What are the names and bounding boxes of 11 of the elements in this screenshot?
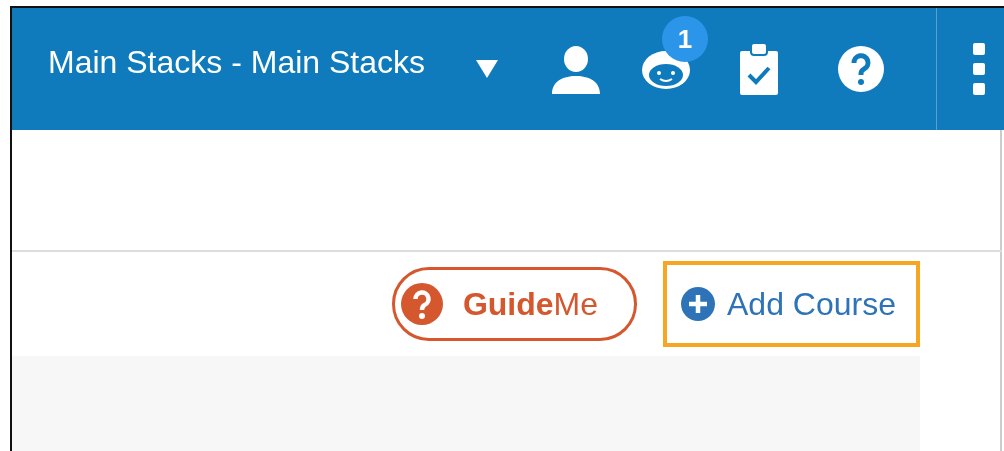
plus-icon <box>681 287 715 321</box>
notification-badge: 1 <box>662 16 708 62</box>
library-title: Main Stacks - Main Stacks <box>48 48 426 76</box>
clipboard-icon[interactable] <box>740 43 778 95</box>
guide-me-button[interactable]: GuideMe <box>391 267 637 341</box>
add-course-button[interactable]: Add Course <box>663 261 920 347</box>
caret-icon[interactable] <box>476 60 498 78</box>
help-icon[interactable] <box>838 46 884 92</box>
user-icon[interactable] <box>550 44 602 94</box>
menu-icon[interactable] <box>973 43 985 95</box>
help-icon <box>400 283 443 325</box>
